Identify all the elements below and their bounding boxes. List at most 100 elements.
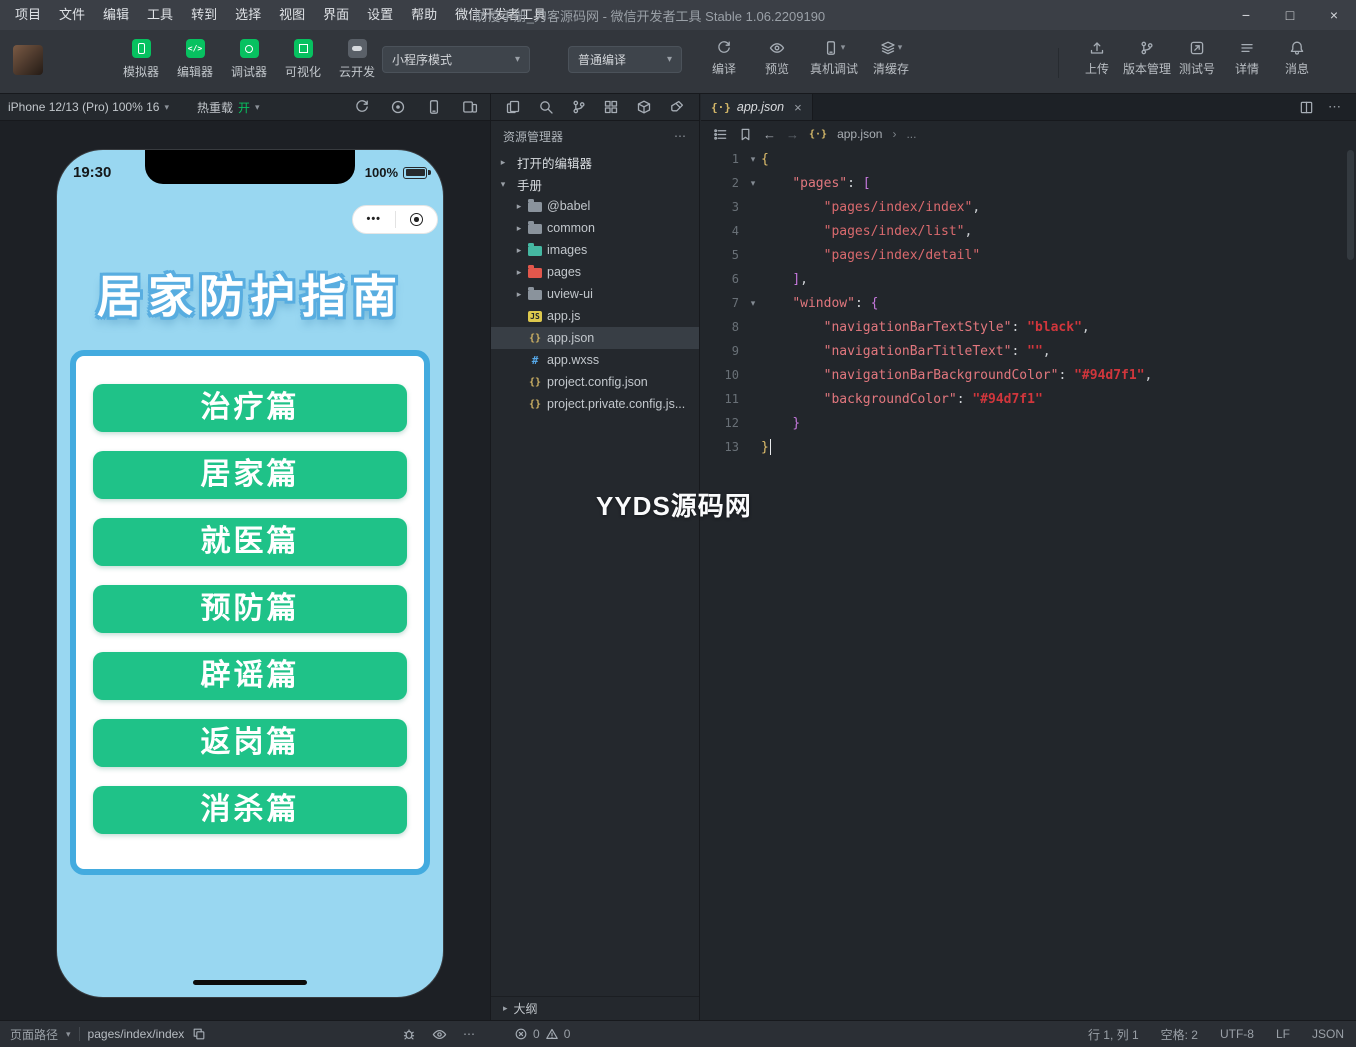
- problems-indicator[interactable]: 0 0: [490, 1027, 700, 1041]
- miniprogram-nav-button[interactable]: 返岗篇: [93, 719, 407, 767]
- compile-button[interactable]: 编译: [702, 39, 746, 77]
- caret-down-icon: ▾: [255, 101, 260, 112]
- section-project-root[interactable]: ▾ 手册: [491, 173, 699, 195]
- miniprogram-nav-button[interactable]: 居家篇: [93, 451, 407, 499]
- more-icon[interactable]: ⋯: [463, 1027, 476, 1041]
- simulator-panel: iPhone 12/13 (Pro) 100% 16 ▾ 热重载 开 ▾ 19:…: [0, 94, 490, 1020]
- cursor-position[interactable]: 行 1, 列 1: [1088, 1026, 1139, 1043]
- miniprogram-nav-button[interactable]: 就医篇: [93, 518, 407, 566]
- forward-arrow-icon[interactable]: →: [786, 127, 799, 142]
- menu-item[interactable]: 项目: [6, 0, 50, 30]
- bookmark-icon[interactable]: [738, 127, 753, 142]
- minimize-button[interactable]: −: [1224, 0, 1268, 30]
- eol-type[interactable]: LF: [1276, 1027, 1290, 1041]
- section-open-editors[interactable]: ▸ 打开的编辑器: [491, 151, 699, 173]
- encoding[interactable]: UTF-8: [1220, 1027, 1254, 1041]
- miniprogram-capsule[interactable]: •••: [352, 205, 438, 234]
- language-mode[interactable]: JSON: [1312, 1027, 1344, 1041]
- menu-item[interactable]: 选择: [226, 0, 270, 30]
- clear-cache-button[interactable]: ▾ 清缓存: [869, 39, 913, 77]
- code-editor[interactable]: 1 ▾{2 ▾ "pages": [3 "pages/index/index", 4 …: [701, 147, 1356, 1020]
- page-path-value[interactable]: pages/index/index: [88, 1027, 185, 1041]
- editor-scrollbar[interactable]: [1347, 150, 1354, 260]
- mode-dropdown[interactable]: 小程序模式 ▾: [382, 46, 530, 73]
- visualizer-toggle[interactable]: 可视化: [280, 39, 326, 80]
- fold-chevron-icon[interactable]: ▾: [745, 154, 761, 165]
- exit-target-icon[interactable]: [396, 213, 438, 226]
- more-icon[interactable]: •••: [353, 205, 395, 234]
- menu-item[interactable]: 文件: [50, 0, 94, 30]
- tree-item-folder[interactable]: ▸ @babel: [491, 195, 699, 217]
- tree-item-file[interactable]: # app.wxss: [491, 349, 699, 371]
- device-selector[interactable]: iPhone 12/13 (Pro) 100% 16 ▾: [8, 100, 169, 114]
- close-icon[interactable]: ×: [794, 100, 802, 115]
- menu-item[interactable]: 帮助: [402, 0, 446, 30]
- split-editor-icon[interactable]: [1299, 100, 1314, 115]
- tree-item-folder[interactable]: ▸ images: [491, 239, 699, 261]
- window-title: 防疫手册_刀客源码网 - 微信开发者工具 Stable 1.06.2209190: [474, 8, 826, 24]
- back-arrow-icon[interactable]: ←: [763, 127, 776, 142]
- search-icon[interactable]: [538, 99, 554, 115]
- cloud-dev-toggle[interactable]: 云开发: [334, 39, 380, 80]
- menu-item[interactable]: 工具: [138, 0, 182, 30]
- editor-toggle[interactable]: </> 编辑器: [172, 39, 218, 80]
- copy-icon[interactable]: [192, 1027, 206, 1041]
- phone-simulator-screen[interactable]: 19:30 100% ••• 居家防护指南 治疗篇 居家篇 就医篇 预防篇 辟谣篇 返岗篇…: [57, 150, 443, 997]
- package-icon[interactable]: [636, 99, 652, 115]
- miniprogram-nav-button[interactable]: 预防篇: [93, 585, 407, 633]
- outline-list-icon[interactable]: [713, 127, 728, 142]
- upload-button[interactable]: 上传: [1072, 39, 1122, 77]
- test-account-button[interactable]: 测试号: [1172, 39, 1222, 77]
- miniprogram-nav-button[interactable]: 辟谣篇: [93, 652, 407, 700]
- fold-chevron-icon[interactable]: ▾: [745, 178, 761, 189]
- compile-mode-dropdown[interactable]: 普通编译 ▾: [568, 46, 682, 73]
- tree-item-file[interactable]: {} project.config.json: [491, 371, 699, 393]
- user-avatar[interactable]: [13, 45, 43, 75]
- home-indicator[interactable]: [193, 980, 307, 985]
- hot-reload-toggle[interactable]: 热重载 开 ▾: [197, 99, 260, 116]
- tree-item-file[interactable]: {} app.json: [491, 327, 699, 349]
- breadcrumb-more[interactable]: ...: [906, 127, 916, 141]
- menu-item[interactable]: 视图: [270, 0, 314, 30]
- preview-button[interactable]: 预览: [755, 39, 799, 77]
- outline-section[interactable]: ▸ 大纲: [491, 996, 699, 1020]
- more-icon[interactable]: ⋯: [674, 129, 687, 143]
- real-device-debug-button[interactable]: ▾ 真机调试: [808, 39, 860, 77]
- menu-item[interactable]: 转到: [182, 0, 226, 30]
- tree-item-folder[interactable]: ▸ common: [491, 217, 699, 239]
- miniprogram-nav-button[interactable]: 消杀篇: [93, 786, 407, 834]
- indentation[interactable]: 空格: 2: [1161, 1026, 1198, 1043]
- version-control-button[interactable]: 版本管理: [1122, 39, 1172, 77]
- messages-button[interactable]: 消息: [1272, 39, 1322, 77]
- maximize-button[interactable]: □: [1268, 0, 1312, 30]
- git-branch-icon[interactable]: [571, 99, 587, 115]
- more-icon[interactable]: ⋯: [1328, 99, 1342, 115]
- extensions-icon[interactable]: [603, 99, 619, 115]
- tree-item-folder[interactable]: ▸ pages: [491, 261, 699, 283]
- tree-item-file[interactable]: {} project.private.config.js...: [491, 393, 699, 415]
- miniprogram-nav-button[interactable]: 治疗篇: [93, 384, 407, 432]
- tools-icon[interactable]: [669, 99, 685, 115]
- menu-item[interactable]: 界面: [314, 0, 358, 30]
- details-button[interactable]: 详情: [1222, 39, 1272, 77]
- files-icon[interactable]: [505, 99, 521, 115]
- breadcrumb-file[interactable]: app.json: [837, 127, 882, 141]
- record-icon[interactable]: [390, 99, 406, 115]
- close-button[interactable]: ×: [1312, 0, 1356, 30]
- page-path-label[interactable]: 页面路径: [10, 1026, 58, 1043]
- debugger-toggle[interactable]: 调试器: [226, 39, 272, 80]
- multi-device-icon[interactable]: [462, 99, 478, 115]
- fold-chevron-icon[interactable]: ▾: [745, 298, 761, 309]
- json-file-icon: {·}: [711, 100, 731, 114]
- tab-app-json[interactable]: {·} app.json ×: [701, 94, 813, 120]
- menu-item[interactable]: 编辑: [94, 0, 138, 30]
- tree-item-file[interactable]: JS app.js: [491, 305, 699, 327]
- code-token: :: [847, 175, 863, 191]
- debug-icon[interactable]: [402, 1027, 416, 1041]
- phone-icon[interactable]: [426, 99, 442, 115]
- tree-item-folder[interactable]: ▸ uview-ui: [491, 283, 699, 305]
- menu-item[interactable]: 设置: [358, 0, 402, 30]
- eye-icon[interactable]: [432, 1027, 447, 1042]
- simulator-toggle[interactable]: 模拟器: [118, 39, 164, 80]
- rotate-icon[interactable]: [354, 99, 370, 115]
